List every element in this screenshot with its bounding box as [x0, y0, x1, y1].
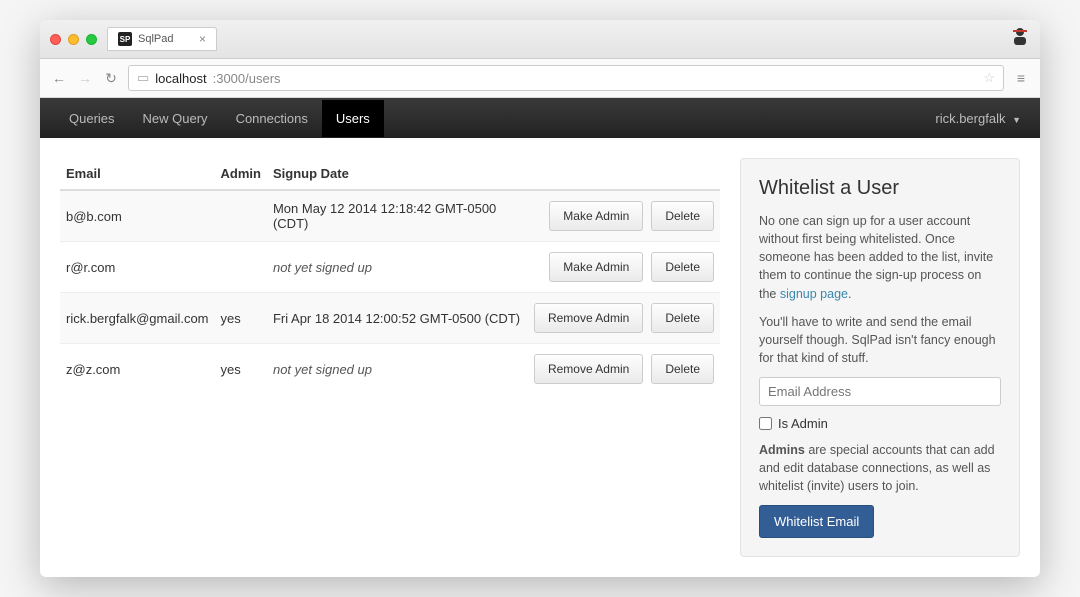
whitelist-desc-3: Admins are special accounts that can add…	[759, 441, 1001, 495]
window-titlebar: SP SqlPad ×	[40, 20, 1040, 59]
app-navbar: QueriesNew QueryConnectionsUsers rick.be…	[40, 98, 1040, 138]
url-bar[interactable]: ▭ localhost :3000/users ☆	[128, 65, 1004, 91]
cell-admin: yes	[215, 293, 267, 344]
cell-actions: Make Admin Delete	[528, 190, 720, 242]
browser-window: SP SqlPad × ← → ↻ ▭ localhost :3000/users…	[40, 20, 1040, 577]
whitelist-title: Whitelist a User	[759, 177, 1001, 200]
remove-admin-button[interactable]: Remove Admin	[534, 303, 643, 333]
whitelist-desc-2: You'll have to write and send the email …	[759, 313, 1001, 367]
reload-icon[interactable]: ↻	[102, 70, 120, 87]
table-row: rick.bergfalk@gmail.comyesFri Apr 18 201…	[60, 293, 720, 344]
cell-admin: yes	[215, 344, 267, 395]
col-signup: Signup Date	[267, 158, 528, 190]
url-path: :3000/users	[213, 71, 281, 86]
make-admin-button[interactable]: Make Admin	[549, 252, 643, 282]
users-section: Email Admin Signup Date b@b.com Mon May 1…	[60, 158, 720, 394]
cell-signup: Mon May 12 2014 12:18:42 GMT-0500 (CDT)	[267, 190, 528, 242]
col-email: Email	[60, 158, 215, 190]
whitelist-submit-button[interactable]: Whitelist Email	[759, 505, 874, 538]
page-icon: ▭	[137, 70, 149, 86]
caret-down-icon: ▼	[1012, 115, 1021, 125]
make-admin-button[interactable]: Make Admin	[549, 201, 643, 231]
users-table: Email Admin Signup Date b@b.com Mon May 1…	[60, 158, 720, 394]
is-admin-label: Is Admin	[778, 416, 828, 431]
back-icon[interactable]: ←	[50, 70, 68, 86]
is-admin-row[interactable]: Is Admin	[759, 416, 1001, 431]
whitelist-panel: Whitelist a User No one can sign up for …	[740, 158, 1020, 557]
traffic-lights	[50, 34, 97, 45]
cell-signup: Fri Apr 18 2014 12:00:52 GMT-0500 (CDT)	[267, 293, 528, 344]
delete-button[interactable]: Delete	[651, 303, 714, 333]
current-user-label: rick.bergfalk	[935, 111, 1005, 126]
browser-toolbar: ← → ↻ ▭ localhost :3000/users ☆ ≡	[40, 59, 1040, 98]
nav-item-users[interactable]: Users	[322, 100, 384, 137]
admins-strong: Admins	[759, 443, 805, 457]
nav-item-connections[interactable]: Connections	[222, 100, 322, 137]
url-host: localhost	[155, 71, 206, 86]
table-row: b@b.com Mon May 12 2014 12:18:42 GMT-0500…	[60, 190, 720, 242]
whitelist-desc-1: No one can sign up for a user account wi…	[759, 212, 1001, 303]
nav-item-new-query[interactable]: New Query	[129, 100, 222, 137]
col-actions	[528, 158, 720, 190]
cell-actions: Remove Admin Delete	[528, 344, 720, 395]
browser-tab[interactable]: SP SqlPad ×	[107, 27, 217, 51]
current-user-dropdown[interactable]: rick.bergfalk ▼	[931, 111, 1025, 126]
delete-button[interactable]: Delete	[651, 354, 714, 384]
cell-email: rick.bergfalk@gmail.com	[60, 293, 215, 344]
cell-email: z@z.com	[60, 344, 215, 395]
whitelist-desc-1-after: .	[848, 287, 851, 301]
cell-email: r@r.com	[60, 242, 215, 293]
delete-button[interactable]: Delete	[651, 201, 714, 231]
nav-item-queries[interactable]: Queries	[55, 100, 129, 137]
remove-admin-button[interactable]: Remove Admin	[534, 354, 643, 384]
profile-avatar-icon[interactable]	[1010, 26, 1030, 52]
cell-signup: not yet signed up	[267, 242, 528, 293]
bookmark-star-icon[interactable]: ☆	[983, 70, 995, 86]
whitelist-email-input[interactable]	[759, 377, 1001, 406]
forward-icon[interactable]: →	[76, 70, 94, 86]
cell-admin	[215, 242, 267, 293]
cell-signup: not yet signed up	[267, 344, 528, 395]
col-admin: Admin	[215, 158, 267, 190]
tab-title: SqlPad	[138, 33, 173, 45]
cell-email: b@b.com	[60, 190, 215, 242]
cell-admin	[215, 190, 267, 242]
is-admin-checkbox[interactable]	[759, 417, 772, 430]
cell-actions: Make Admin Delete	[528, 242, 720, 293]
window-maximize-icon[interactable]	[86, 34, 97, 45]
window-close-icon[interactable]	[50, 34, 61, 45]
table-row: r@r.com not yet signed up Make Admin Delete	[60, 242, 720, 293]
favicon-icon: SP	[118, 32, 132, 46]
tab-close-icon[interactable]: ×	[199, 32, 206, 46]
hamburger-menu-icon[interactable]: ≡	[1012, 70, 1030, 86]
signup-page-link[interactable]: signup page	[780, 287, 848, 301]
window-minimize-icon[interactable]	[68, 34, 79, 45]
table-row: z@z.comyesnot yet signed upRemove Admin D…	[60, 344, 720, 395]
page-content: Email Admin Signup Date b@b.com Mon May 1…	[40, 138, 1040, 577]
delete-button[interactable]: Delete	[651, 252, 714, 282]
cell-actions: Remove Admin Delete	[528, 293, 720, 344]
